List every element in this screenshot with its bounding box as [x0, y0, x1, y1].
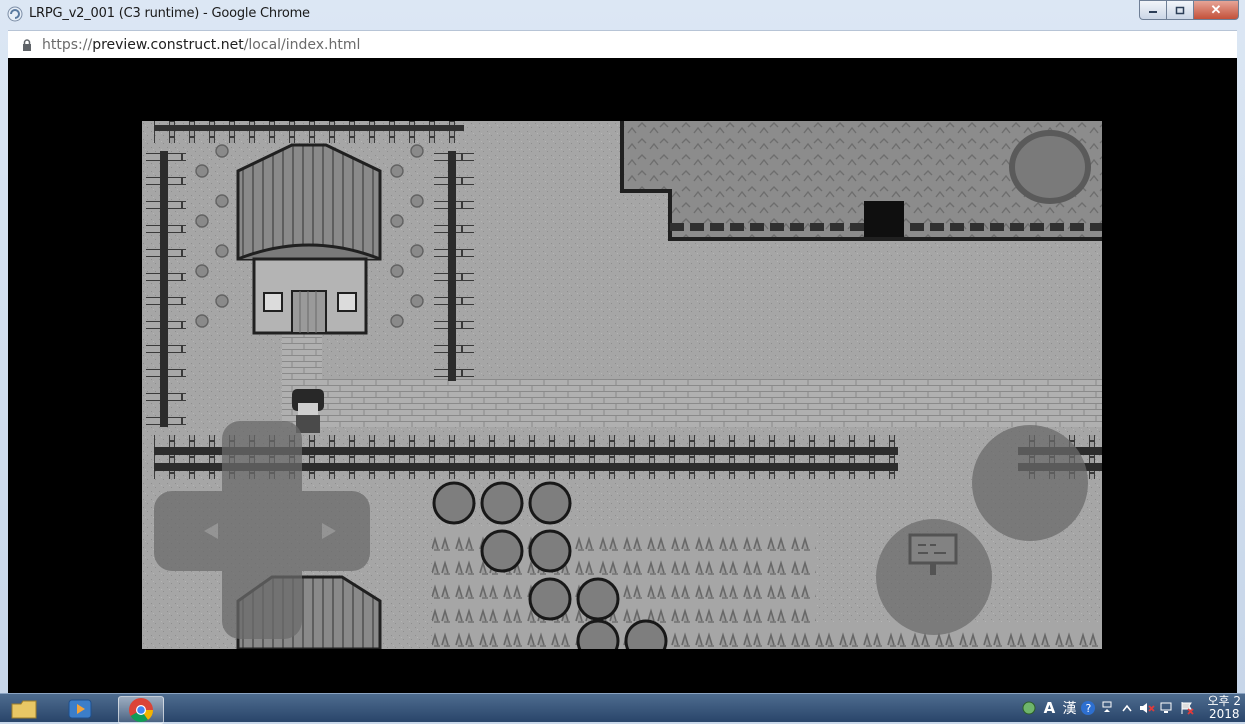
construct-icon — [7, 6, 23, 22]
action-center-icon[interactable] — [1179, 700, 1195, 716]
close-icon: ✕ — [1210, 2, 1222, 17]
media-player-icon — [68, 699, 92, 719]
system-tray: A 漢 ? 오후 2 2018 — [1021, 694, 1245, 722]
taskbar-media-player[interactable] — [58, 696, 102, 722]
brick-road — [282, 379, 1102, 427]
house-door[interactable] — [291, 290, 327, 334]
page-viewport — [8, 58, 1237, 693]
ime-mode-han[interactable]: 漢 — [1061, 700, 1077, 717]
globe-icon — [1022, 701, 1036, 715]
language-icon[interactable] — [1021, 700, 1037, 716]
url-path: /local/index.html — [243, 37, 361, 53]
rock-boulder — [1009, 130, 1091, 204]
taskbar-chrome[interactable] — [118, 696, 164, 724]
taskbar-explorer[interactable] — [2, 696, 46, 722]
url-text[interactable]: https://preview.construct.net/local/inde… — [42, 37, 360, 53]
cave-entrance[interactable] — [864, 201, 904, 237]
rocky-plateau — [620, 121, 1102, 241]
window-title: LRPG_v2_001 (C3 runtime) - Google Chrome — [29, 6, 310, 21]
show-hidden-icons[interactable] — [1119, 700, 1135, 716]
action-button-a[interactable] — [972, 425, 1088, 541]
title-bar: LRPG_v2_001 (C3 runtime) - Google Chrome… — [0, 0, 1245, 28]
clock[interactable]: 오후 2 2018 — [1207, 695, 1241, 721]
speaker-icon — [1140, 703, 1156, 713]
network-icon[interactable] — [1159, 700, 1175, 716]
house[interactable] — [236, 143, 382, 335]
folder-icon — [11, 700, 37, 719]
network-monitor-icon — [1160, 702, 1172, 713]
flag-error-icon — [1181, 702, 1195, 715]
ime-settings-icon[interactable] — [1099, 700, 1115, 716]
game-canvas[interactable] — [142, 121, 1102, 649]
lock-icon — [23, 39, 31, 51]
chrome-icon — [129, 698, 154, 723]
volume-muted-icon[interactable] — [1139, 700, 1156, 716]
address-bar[interactable]: https://preview.construct.net/local/inde… — [8, 30, 1237, 59]
clock-date: 2018 — [1208, 707, 1240, 721]
help-icon[interactable]: ? — [1081, 701, 1096, 715]
house-window — [263, 292, 283, 312]
settings-icon — [1102, 701, 1112, 712]
url-host: preview.construct.net — [92, 37, 244, 53]
browser-window: LRPG_v2_001 (C3 runtime) - Google Chrome… — [0, 0, 1245, 693]
taskbar: A 漢 ? 오후 2 2018 — [0, 693, 1245, 724]
fence-top — [154, 121, 464, 143]
chevron-up-icon — [1122, 704, 1133, 712]
close-button[interactable]: ✕ — [1193, 0, 1239, 20]
window-controls: ✕ — [1139, 0, 1239, 20]
house-window — [337, 292, 357, 312]
url-scheme: https:// — [42, 37, 93, 53]
game-scene — [142, 121, 1102, 649]
action-button-b[interactable] — [876, 519, 992, 635]
ime-mode-a[interactable]: A — [1041, 699, 1057, 717]
minimize-icon — [1149, 11, 1157, 13]
maximize-icon — [1175, 6, 1185, 14]
maximize-button[interactable] — [1166, 0, 1194, 20]
minimize-button[interactable] — [1139, 0, 1167, 20]
